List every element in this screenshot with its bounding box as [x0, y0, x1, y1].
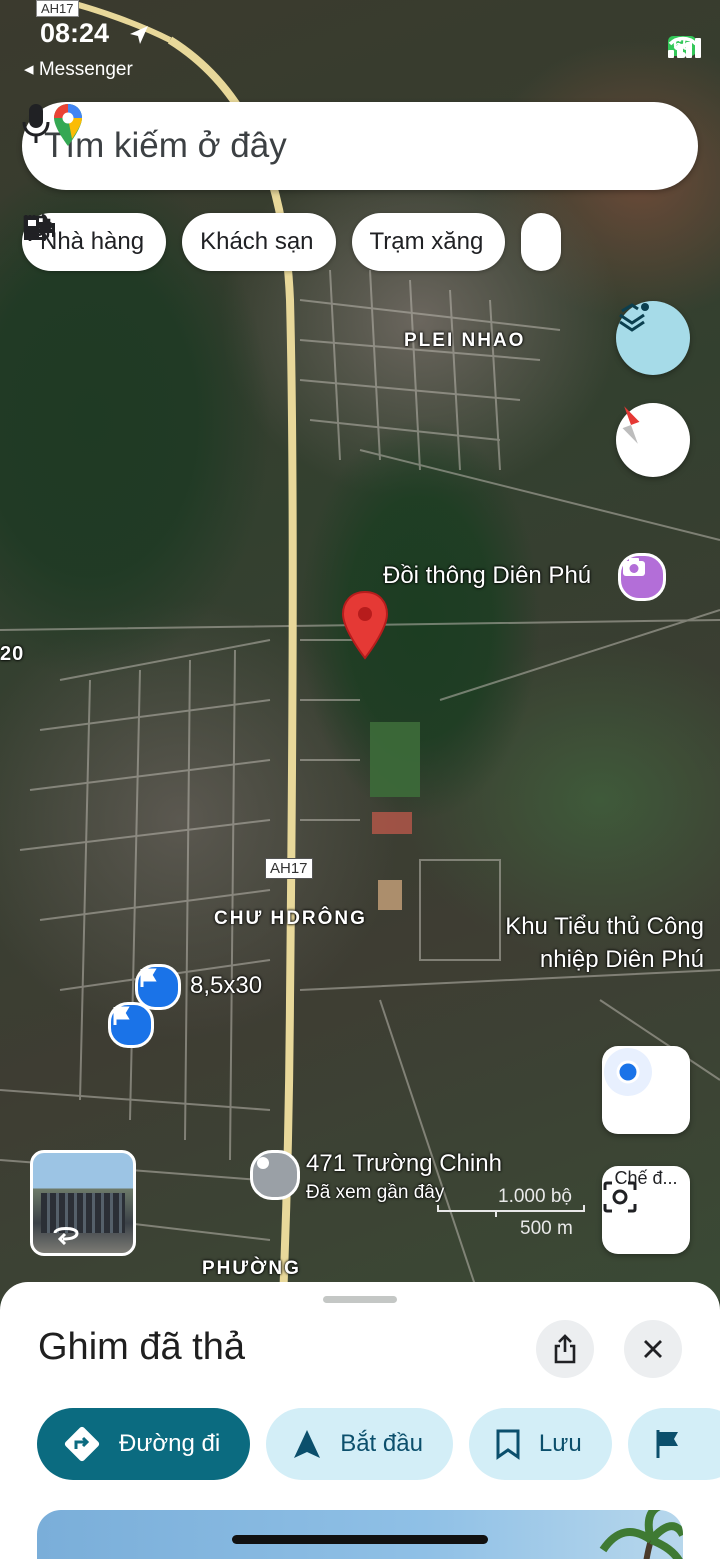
save-button[interactable]: Lưu [468, 1408, 612, 1480]
save-label: Lưu [538, 1430, 582, 1457]
chip-coffee[interactable] [23, 213, 562, 271]
action-buttons: Đường đi Bắt đầu Lưu [37, 1408, 720, 1480]
close-button[interactable] [624, 1320, 682, 1378]
recent-dot-icon [257, 1157, 269, 1169]
area-label-phuong: PHƯỜNG [202, 1258, 301, 1279]
chip-gas-stations[interactable]: Trạm xăng [25, 213, 506, 271]
category-chips: Nhà hàng Khách sạn Trạm xăng [22, 213, 562, 271]
status-icons: 65 [668, 36, 702, 58]
place-bottom-sheet[interactable]: Ghim đã thả Đường đi Bắt đầu Lưu [0, 1282, 720, 1559]
sheet-drag-handle[interactable] [323, 1296, 397, 1303]
close-icon [644, 1340, 662, 1358]
area-label-plei-nhao: PLEI NHAO [404, 330, 526, 351]
road-shield-top: AH17 [36, 0, 79, 17]
scale-bar [437, 1205, 585, 1217]
status-bar: AH17 08:24 ◂ Messenger 65 [0, 0, 720, 90]
navigation-arrow-icon [294, 1430, 321, 1458]
search-bar[interactable]: Tìm kiếm ở đây [22, 102, 698, 190]
area-label-chu-hdrong: CHƯ HDRÔNG [214, 908, 367, 929]
bookmark-icon [496, 1429, 520, 1460]
lens-camera-icon [603, 1181, 637, 1213]
flag-icon [656, 1430, 678, 1458]
label-button[interactable] [627, 1408, 720, 1480]
compass-icon [622, 406, 640, 444]
recent-place-marker[interactable] [250, 1150, 300, 1200]
parking-label[interactable]: 8,5x30 [190, 972, 262, 1000]
my-location-button[interactable] [602, 1046, 690, 1134]
road-shield-ah17: AH17 [265, 858, 313, 879]
directions-label: Đường đi [119, 1430, 221, 1457]
directions-icon [64, 1426, 100, 1462]
street-view-thumbnail[interactable] [30, 1150, 136, 1256]
flag-marker-icon [113, 1006, 130, 1025]
share-button[interactable] [536, 1320, 594, 1378]
chip-hotels[interactable]: Khách sạn [24, 213, 336, 271]
layers-icon [619, 303, 649, 332]
chip-label: Trạm xăng [369, 228, 484, 255]
clock: 08:24 [40, 18, 110, 48]
flag-marker-icon [140, 968, 157, 987]
google-maps-logo-icon [54, 104, 82, 146]
back-to-messenger-link[interactable]: ◂ Messenger [24, 58, 133, 81]
dropped-pin-icon[interactable] [340, 590, 390, 660]
wifi-icon [668, 36, 698, 58]
parking-marker[interactable] [108, 1002, 154, 1048]
recent-place-title[interactable]: 471 Trường Chinh [306, 1150, 502, 1178]
directions-button[interactable]: Đường đi [37, 1408, 251, 1480]
camera-photo-icon [623, 558, 645, 576]
place-label-line: Khu Tiểu thủ Công [505, 913, 704, 940]
lens-mode-button[interactable]: Chế đ... [602, 1166, 690, 1254]
chip-label: Khách sạn [200, 228, 314, 255]
microphone-icon[interactable] [22, 102, 50, 146]
share-icon [554, 1334, 576, 1364]
home-indicator[interactable] [232, 1535, 488, 1544]
compass-button[interactable] [616, 403, 690, 477]
satellite-map[interactable]: AH17 08:24 ◂ Messenger 65 Tìm kiếm ở đây… [0, 0, 720, 1300]
place-label-khu-cong-nghiep[interactable]: Khu Tiểu thủ Công nhiệp Diên Phú [490, 910, 704, 976]
coffee-icon [23, 215, 51, 240]
place-label-doi-thong[interactable]: Đồi thông Diên Phú [383, 562, 591, 590]
scale-meters: 500 m [520, 1218, 573, 1239]
my-location-icon [604, 1048, 652, 1096]
sheet-title: Ghim đã thả [38, 1326, 245, 1368]
layers-button[interactable] [616, 301, 690, 375]
attraction-marker[interactable] [618, 553, 666, 601]
start-label: Bắt đầu [340, 1430, 423, 1457]
edge-road-number: 20 [0, 643, 25, 665]
palm-tree-graphic [599, 1510, 683, 1559]
place-label-line: nhiệp Diên Phú [539, 946, 704, 973]
rotate-360-icon [53, 1227, 79, 1245]
start-button[interactable]: Bắt đầu [266, 1408, 453, 1480]
recent-place-subtitle: Đã xem gần đây [306, 1182, 445, 1203]
location-arrow-icon [130, 26, 148, 44]
